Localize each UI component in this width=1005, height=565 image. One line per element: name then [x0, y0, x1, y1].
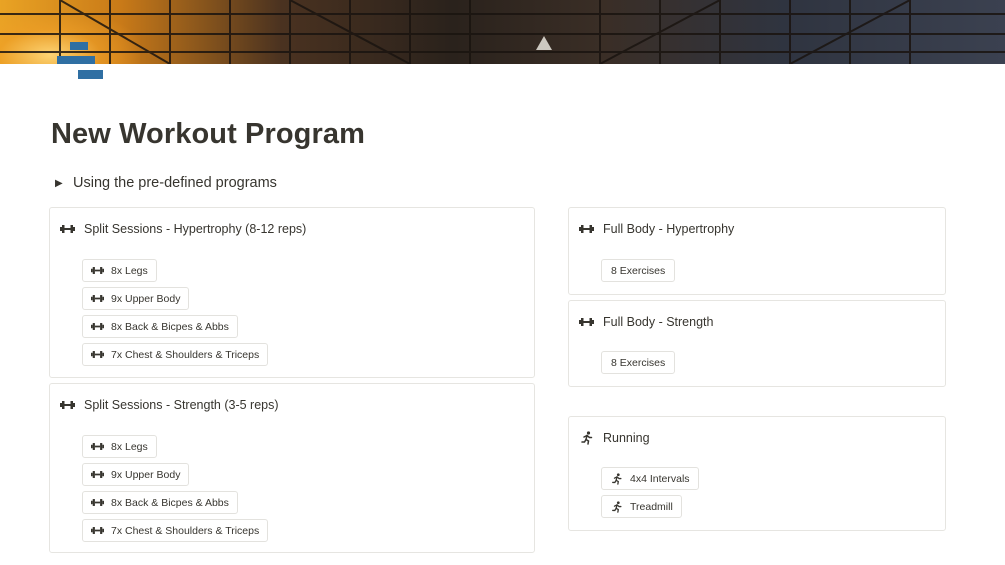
- program-chip-back-biceps-abs[interactable]: 8x Back & Bicpes & Abbs: [82, 315, 238, 338]
- program-list: 8x Legs 9x Upper Body 8x Back & Bicpes &…: [82, 259, 269, 366]
- dumbbell-icon: [90, 293, 105, 305]
- toggle-label: Using the pre-defined programs: [73, 175, 277, 191]
- chip-label: 8x Legs: [111, 264, 148, 277]
- program-list: 8x Legs 9x Upper Body 8x Back & Bicpes &…: [82, 435, 269, 542]
- chip-label: 8x Legs: [111, 440, 148, 453]
- card-split-strength[interactable]: Split Sessions - Strength (3-5 reps) 8x …: [49, 383, 535, 553]
- chip-label: 9x Upper Body: [111, 468, 181, 481]
- program-chip-upper-body[interactable]: 9x Upper Body: [82, 287, 190, 310]
- program-chip-exercises[interactable]: 8 Exercises: [601, 259, 676, 282]
- dumbbell-icon: [60, 223, 75, 235]
- chip-label: 8x Back & Bicpes & Abbs: [111, 496, 229, 509]
- card-title-row: Full Body - Hypertrophy: [579, 222, 734, 236]
- dumbbell-icon: [579, 223, 594, 235]
- program-chip-exercises[interactable]: 8 Exercises: [601, 351, 676, 374]
- program-chip-treadmill[interactable]: Treadmill: [601, 495, 682, 518]
- program-chip-chest-shoulders-triceps[interactable]: 7x Chest & Shoulders & Triceps: [82, 519, 269, 542]
- card-title: Full Body - Strength: [603, 315, 714, 329]
- card-title: Running: [603, 431, 650, 445]
- dumbbell-icon: [90, 469, 105, 481]
- program-chip-legs[interactable]: 8x Legs: [82, 259, 157, 282]
- dumbbell-icon: [90, 441, 105, 453]
- dumbbell-icon: [90, 321, 105, 333]
- card-running[interactable]: Running 4x4 Intervals Treadmill: [568, 416, 946, 531]
- program-list: 8 Exercises: [601, 259, 676, 282]
- card-title-row: Full Body - Strength: [579, 315, 713, 329]
- chip-label: 8 Exercises: [611, 356, 666, 369]
- card-title: Full Body - Hypertrophy: [603, 222, 735, 236]
- chip-label: 4x4 Intervals: [630, 472, 690, 485]
- card-title-row: Split Sessions - Hypertrophy (8-12 reps): [60, 222, 306, 236]
- dumbbell-icon: [90, 349, 105, 361]
- dumbbell-icon: [90, 265, 105, 277]
- card-title: Split Sessions - Hypertrophy (8-12 reps): [84, 222, 307, 236]
- program-list: 4x4 Intervals Treadmill: [601, 467, 699, 518]
- dumbbell-icon: [60, 399, 75, 411]
- runner-icon: [579, 431, 594, 445]
- page-icon[interactable]: [56, 42, 104, 82]
- runner-icon: [609, 500, 624, 513]
- program-chip-back-biceps-abs[interactable]: 8x Back & Bicpes & Abbs: [82, 491, 238, 514]
- dumbbell-icon: [90, 525, 105, 537]
- runner-icon: [609, 472, 624, 485]
- program-chip-legs[interactable]: 8x Legs: [82, 435, 157, 458]
- chip-label: 8x Back & Bicpes & Abbs: [111, 320, 229, 333]
- program-chip-intervals[interactable]: 4x4 Intervals: [601, 467, 699, 490]
- program-chip-upper-body[interactable]: 9x Upper Body: [82, 463, 190, 486]
- toggle-triangle-icon[interactable]: ▶: [55, 178, 63, 189]
- cover-image: [0, 0, 1005, 64]
- card-title: Split Sessions - Strength (3-5 reps): [84, 398, 279, 412]
- card-full-body-strength[interactable]: Full Body - Strength 8 Exercises: [568, 300, 946, 387]
- card-split-hypertrophy[interactable]: Split Sessions - Hypertrophy (8-12 reps)…: [49, 207, 535, 378]
- chip-label: 8 Exercises: [611, 264, 666, 277]
- dumbbell-icon: [90, 497, 105, 509]
- card-full-body-hypertrophy[interactable]: Full Body - Hypertrophy 8 Exercises: [568, 207, 946, 295]
- toggle-block[interactable]: ▶ Using the pre-defined programs: [55, 175, 277, 191]
- card-title-row: Running: [579, 431, 650, 445]
- chip-label: 7x Chest & Shoulders & Triceps: [111, 348, 260, 361]
- chip-label: Treadmill: [630, 500, 673, 513]
- program-list: 8 Exercises: [601, 351, 676, 374]
- card-title-row: Split Sessions - Strength (3-5 reps): [60, 398, 279, 412]
- chip-label: 7x Chest & Shoulders & Triceps: [111, 524, 260, 537]
- program-chip-chest-shoulders-triceps[interactable]: 7x Chest & Shoulders & Triceps: [82, 343, 269, 366]
- page-title: New Workout Program: [51, 118, 365, 150]
- dumbbell-icon: [579, 316, 594, 328]
- chip-label: 9x Upper Body: [111, 292, 181, 305]
